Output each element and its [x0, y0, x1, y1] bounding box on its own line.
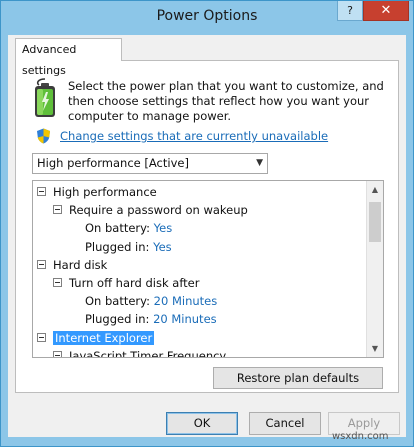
power-options-window: Power Options ? ✕ Advanced settings Sele… — [0, 0, 414, 447]
tree-item-label: JavaScript Timer Frequency — [69, 348, 227, 357]
close-button[interactable]: ✕ — [363, 1, 409, 21]
power-battery-icon — [35, 78, 55, 117]
scroll-down-arrow-icon[interactable]: ▼ — [367, 340, 383, 357]
collapse-minus-icon[interactable] — [53, 205, 62, 215]
tree-setting-row[interactable]: On battery: Yes — [85, 219, 172, 237]
description-text: Select the power plan that you want to c… — [68, 79, 384, 123]
restore-plan-defaults-button[interactable]: Restore plan defaults — [213, 367, 383, 389]
tree-group-row[interactable]: Turn off hard disk after — [53, 274, 199, 292]
tree-group-row[interactable]: Hard disk — [37, 256, 107, 274]
tree-setting-row[interactable]: Plugged in: Yes — [85, 238, 172, 256]
watermark-text: wsxdn.com — [332, 431, 389, 442]
tree-item-value[interactable]: Yes — [153, 240, 172, 254]
cancel-button[interactable]: Cancel — [249, 412, 321, 435]
tree-item-label: Require a password on wakeup — [69, 203, 248, 218]
tree-item-label: High performance — [53, 185, 157, 199]
advanced-settings-panel: Select the power plan that you want to c… — [15, 60, 399, 393]
tree-item-label: Hard disk — [53, 257, 108, 272]
tree-group-row[interactable]: High performance — [37, 183, 157, 201]
tree-group-row[interactable]: JavaScript Timer Frequency — [53, 347, 226, 357]
scrollbar-thumb[interactable] — [369, 202, 381, 242]
settings-tree-list: High performance Require a password on wa… — [33, 181, 366, 357]
tree-item-label: On battery: — [85, 221, 151, 236]
collapse-minus-icon[interactable] — [53, 350, 62, 357]
power-plan-select[interactable]: High performance [Active] ▼ — [32, 153, 268, 174]
tree-item-value[interactable]: 20 Minutes — [154, 294, 218, 308]
tree-group-row[interactable]: Require a password on wakeup — [53, 201, 248, 219]
dialog-client-area: Advanced settings Select the power plan … — [8, 35, 406, 437]
tree-setting-row[interactable]: Plugged in: 20 Minutes — [85, 310, 217, 328]
help-button[interactable]: ? — [337, 1, 363, 21]
tree-item-value[interactable]: Yes — [154, 221, 173, 235]
tree-setting-row[interactable]: On battery: 20 Minutes — [85, 292, 217, 310]
tree-item-label: Turn off hard disk after — [69, 276, 200, 290]
change-settings-link[interactable]: Change settings that are currently unava… — [60, 129, 328, 143]
tree-item-label: Plugged in: — [85, 239, 150, 254]
tree-item-label: Plugged in: — [85, 312, 150, 327]
vertical-scrollbar[interactable]: ▲ ▼ — [366, 181, 383, 357]
uac-shield-icon — [37, 128, 50, 144]
scroll-up-arrow-icon[interactable]: ▲ — [367, 181, 383, 198]
ok-button[interactable]: OK — [166, 412, 238, 435]
collapse-minus-icon[interactable] — [37, 259, 46, 269]
power-plan-select-value: High performance [Active] — [37, 156, 189, 170]
settings-tree[interactable]: High performance Require a password on wa… — [32, 180, 384, 358]
tab-advanced-settings[interactable]: Advanced settings — [15, 38, 122, 77]
tree-group-row[interactable]: Internet Explorer — [37, 329, 155, 347]
chevron-down-icon: ▼ — [256, 158, 263, 168]
tree-item-label: Internet Explorer — [53, 330, 155, 345]
collapse-minus-icon[interactable] — [37, 187, 46, 196]
tree-item-value[interactable]: 20 Minutes — [153, 312, 217, 326]
title-bar[interactable]: Power Options ? ✕ — [1, 1, 413, 35]
tree-item-label: On battery: — [85, 294, 151, 309]
collapse-minus-icon[interactable] — [53, 278, 62, 287]
collapse-minus-icon[interactable] — [37, 332, 46, 342]
